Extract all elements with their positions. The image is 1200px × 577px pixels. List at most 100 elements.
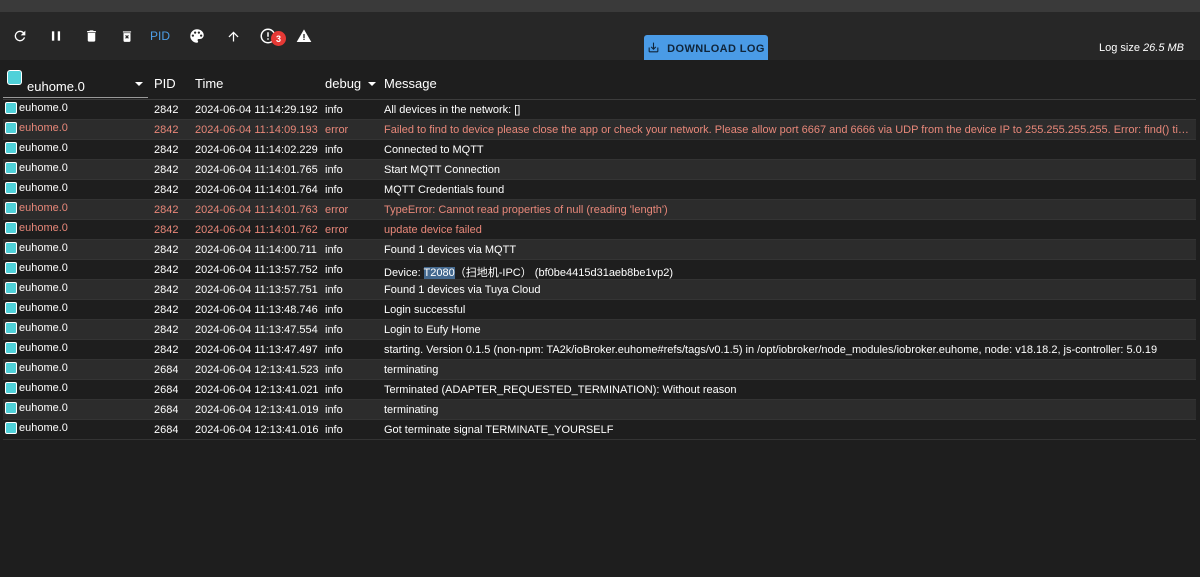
row-level: info: [325, 284, 343, 296]
row-level: info: [325, 384, 343, 396]
row-time: 2024-06-04 11:13:57.751: [195, 284, 318, 296]
source-color-square: [5, 322, 17, 334]
row-level: info: [325, 304, 343, 316]
row-level: info: [325, 144, 343, 156]
row-message: terminating: [384, 404, 439, 416]
table-row[interactable]: euhome.0 2842 2024-06-04 11:13:47.497 info s…: [3, 340, 1196, 360]
row-pid: 2684: [154, 404, 179, 416]
download-log-label: DOWNLOAD LOG: [667, 43, 765, 55]
table-row[interactable]: euhome.0 2842 2024-06-04 11:13:47.554 info L…: [3, 320, 1196, 340]
log-table: euhome.0 PID Time debug Message euhome.0…: [3, 60, 1196, 577]
row-level: info: [325, 404, 343, 416]
table-row[interactable]: euhome.0 2684 2024-06-04 12:13:41.019 info t…: [3, 400, 1196, 420]
row-source: euhome.0: [5, 402, 150, 414]
row-pid: 2842: [154, 344, 179, 356]
row-source-label: euhome.0: [19, 362, 68, 374]
log-size-label: Log size: [1098, 42, 1140, 54]
row-message: All devices in the network: []: [384, 104, 521, 116]
row-source: euhome.0: [5, 202, 150, 214]
download-log-button[interactable]: DOWNLOAD LOG: [644, 35, 768, 63]
row-source-label: euhome.0: [19, 422, 68, 434]
arrow-up-icon[interactable]: [218, 12, 248, 60]
row-time: 2024-06-04 11:14:01.763: [195, 204, 318, 216]
table-row[interactable]: euhome.0 2842 2024-06-04 11:14:01.764 info M…: [3, 180, 1196, 200]
table-row[interactable]: euhome.0 2842 2024-06-04 11:14:09.193 error…: [3, 120, 1196, 140]
row-message: Failed to find to device please close th…: [384, 124, 1194, 136]
header-time: Time: [195, 76, 224, 91]
row-time: 2024-06-04 11:14:01.762: [195, 224, 318, 236]
pause-icon[interactable]: [41, 12, 71, 60]
row-source-label: euhome.0: [19, 142, 68, 154]
row-source-label: euhome.0: [19, 322, 68, 334]
row-pid: 2684: [154, 364, 179, 376]
row-pid: 2842: [154, 284, 179, 296]
source-color-square: [5, 162, 17, 174]
log-rows: euhome.0 2842 2024-06-04 11:14:29.192 info A…: [3, 100, 1196, 440]
row-source: euhome.0: [5, 182, 150, 194]
table-row[interactable]: euhome.0 2842 2024-06-04 11:14:29.192 info A…: [3, 100, 1196, 120]
source-color-square: [5, 342, 17, 354]
row-source: euhome.0: [5, 142, 150, 154]
row-level: info: [325, 324, 343, 336]
source-color-square: [5, 142, 17, 154]
row-message: Found 1 devices via MQTT: [384, 244, 517, 256]
source-color-square: [7, 70, 22, 85]
row-message: Found 1 devices via Tuya Cloud: [384, 284, 541, 296]
row-time: 2024-06-04 11:14:02.229: [195, 144, 318, 156]
source-color-square: [5, 242, 17, 254]
delete-icon[interactable]: [76, 12, 106, 60]
source-filter-select[interactable]: euhome.0: [3, 68, 148, 98]
row-source-label: euhome.0: [19, 122, 68, 134]
row-message-prefix: Device:: [384, 267, 424, 279]
warning-icon[interactable]: [289, 12, 319, 60]
row-source-label: euhome.0: [19, 182, 68, 194]
row-source-label: euhome.0: [19, 262, 68, 274]
row-source-label: euhome.0: [19, 302, 68, 314]
table-row[interactable]: euhome.0 2842 2024-06-04 11:14:01.763 error…: [3, 200, 1196, 220]
row-source-label: euhome.0: [19, 342, 68, 354]
error-count-badge: 3: [271, 31, 286, 46]
chevron-down-icon: [368, 82, 376, 86]
table-row[interactable]: euhome.0 2684 2024-06-04 12:13:41.523 info t…: [3, 360, 1196, 380]
table-row[interactable]: euhome.0 2842 2024-06-04 11:14:01.762 error…: [3, 220, 1196, 240]
row-time: 2024-06-04 11:13:48.746: [195, 304, 318, 316]
row-source: euhome.0: [5, 362, 150, 374]
refresh-icon[interactable]: [5, 12, 35, 60]
level-filter-select[interactable]: debug: [325, 68, 377, 98]
source-color-square: [5, 362, 17, 374]
row-level: info: [325, 184, 343, 196]
row-source-label: euhome.0: [19, 222, 68, 234]
row-pid: 2842: [154, 104, 179, 116]
row-pid: 2684: [154, 384, 179, 396]
table-row[interactable]: euhome.0 2842 2024-06-04 11:14:00.711 info F…: [3, 240, 1196, 260]
table-header: euhome.0 PID Time debug Message: [3, 60, 1196, 100]
clear-icon[interactable]: [112, 12, 142, 60]
row-level: info: [325, 424, 343, 436]
row-message: Login to Eufy Home: [384, 324, 481, 336]
table-row[interactable]: euhome.0 2842 2024-06-04 11:14:01.765 info S…: [3, 160, 1196, 180]
row-source: euhome.0: [5, 162, 150, 174]
table-row[interactable]: euhome.0 2842 2024-06-04 11:13:57.752 info D…: [3, 260, 1196, 280]
palette-icon[interactable]: [182, 12, 212, 60]
source-color-square: [5, 422, 17, 434]
table-row[interactable]: euhome.0 2684 2024-06-04 12:13:41.021 info T…: [3, 380, 1196, 400]
pid-toggle-button[interactable]: PID: [150, 12, 170, 60]
row-time: 2024-06-04 12:13:41.019: [195, 404, 319, 416]
row-source-label: euhome.0: [19, 242, 68, 254]
row-time: 2024-06-04 11:14:09.193: [195, 124, 318, 136]
row-time: 2024-06-04 11:13:47.554: [195, 324, 318, 336]
table-row[interactable]: euhome.0 2842 2024-06-04 11:13:48.746 info L…: [3, 300, 1196, 320]
row-source: euhome.0: [5, 282, 150, 294]
source-filter-value: euhome.0: [27, 79, 85, 94]
table-row[interactable]: euhome.0 2842 2024-06-04 11:14:02.229 info C…: [3, 140, 1196, 160]
table-row[interactable]: euhome.0 2842 2024-06-04 11:13:57.751 info F…: [3, 280, 1196, 300]
row-level: info: [325, 164, 343, 176]
row-message: starting. Version 0.1.5 (non-npm: TA2k/i…: [384, 344, 1158, 356]
row-level: info: [325, 104, 343, 116]
toolbar: PID 3 DOWNLOAD LOG Log size 26.5 MB: [0, 12, 1200, 63]
row-pid: 2842: [154, 164, 179, 176]
row-message: TypeError: Cannot read properties of nul…: [384, 204, 668, 216]
row-pid: 2842: [154, 144, 179, 156]
top-strip: [0, 0, 1200, 12]
table-row[interactable]: euhome.0 2684 2024-06-04 12:13:41.016 info G…: [3, 420, 1196, 440]
